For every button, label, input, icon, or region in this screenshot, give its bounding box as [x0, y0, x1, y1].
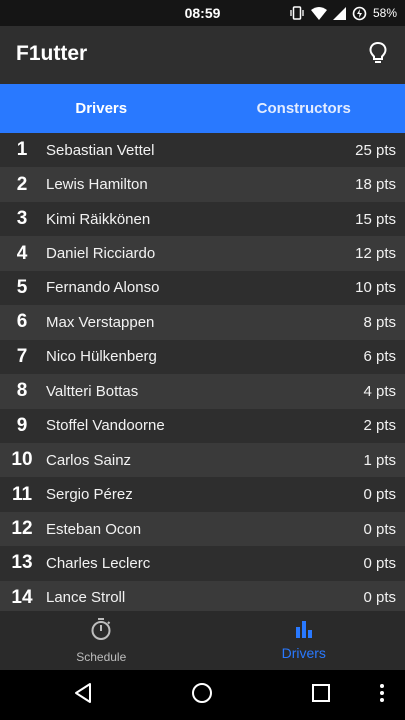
- system-navigation-bar: [0, 670, 405, 720]
- nav-drivers-label: Drivers: [281, 645, 326, 661]
- vibrate-icon: [289, 6, 305, 20]
- driver-points: 8 pts: [363, 313, 396, 331]
- driver-name: Carlos Sainz: [46, 451, 132, 469]
- driver-row[interactable]: 14 Lance Stroll 0 pts: [0, 580, 405, 611]
- recents-square-icon: [311, 683, 331, 708]
- nav-schedule-label: Schedule: [76, 650, 127, 664]
- driver-row[interactable]: 6 Max Verstappen 8 pts: [0, 305, 405, 340]
- driver-position: 9: [16, 414, 28, 436]
- driver-position: 2: [16, 173, 28, 195]
- driver-position: 5: [16, 276, 28, 298]
- driver-row[interactable]: 10 Carlos Sainz 1 pts: [0, 442, 405, 478]
- home-button[interactable]: [190, 682, 214, 709]
- nav-drivers[interactable]: Drivers: [203, 611, 405, 670]
- driver-position: 10: [11, 449, 33, 471]
- driver-points: 0 pts: [363, 589, 396, 607]
- driver-row[interactable]: 4 Daniel Ricciardo 12 pts: [0, 236, 405, 271]
- tab-constructors[interactable]: Constructors: [203, 84, 405, 133]
- driver-name: Daniel Ricciardo: [46, 245, 156, 263]
- overflow-menu-button[interactable]: [372, 683, 392, 707]
- driver-points: 6 pts: [363, 348, 396, 366]
- nav-schedule[interactable]: Schedule: [0, 611, 203, 670]
- driver-points: 1 pts: [363, 451, 396, 469]
- driver-name: Valtteri Bottas: [46, 382, 139, 400]
- driver-name: Charles Leclerc: [46, 554, 151, 572]
- more-vertical-icon: [379, 683, 385, 708]
- driver-position: 11: [11, 483, 33, 505]
- driver-position: 6: [16, 311, 28, 333]
- driver-name: Nico Hülkenberg: [46, 348, 157, 366]
- driver-row[interactable]: 8 Valtteri Bottas 4 pts: [0, 374, 405, 409]
- driver-name: Lance Stroll: [46, 589, 126, 607]
- driver-points: 25 pts: [355, 141, 396, 159]
- lightbulb-icon: [368, 41, 388, 70]
- driver-name: Max Verstappen: [46, 313, 155, 331]
- tab-bar: Drivers Constructors: [0, 84, 405, 133]
- driver-points: 15 pts: [355, 210, 396, 228]
- driver-name: Sebastian Vettel: [46, 141, 155, 159]
- driver-points: 0 pts: [363, 486, 396, 504]
- driver-row[interactable]: 1 Sebastian Vettel 25 pts: [0, 133, 405, 168]
- driver-name: Kimi Räikkönen: [46, 210, 151, 228]
- app-bar: F1utter: [0, 26, 405, 84]
- driver-name: Lewis Hamilton: [46, 176, 148, 194]
- driver-row[interactable]: 3 Kimi Räikkönen 15 pts: [0, 201, 405, 237]
- driver-name: Stoffel Vandoorne: [46, 417, 165, 435]
- driver-points: 2 pts: [363, 417, 396, 435]
- driver-position: 4: [16, 242, 28, 264]
- driver-row[interactable]: 5 Fernando Alonso 10 pts: [0, 270, 405, 306]
- back-button[interactable]: [71, 682, 95, 709]
- driver-name: Fernando Alonso: [46, 279, 160, 297]
- status-bar: 08:59 58%: [0, 0, 405, 26]
- driver-position: 13: [11, 552, 33, 574]
- bar-chart-icon: [294, 620, 314, 643]
- driver-position: 14: [11, 586, 33, 608]
- driver-row[interactable]: 12 Esteban Ocon 0 pts: [0, 511, 405, 547]
- app-title: F1utter: [16, 42, 88, 65]
- recents-button[interactable]: [309, 683, 333, 707]
- driver-name: Sergio Pérez: [46, 486, 133, 504]
- home-circle-icon: [191, 682, 213, 709]
- driver-name: Esteban Ocon: [46, 520, 142, 538]
- cell-signal-icon: [332, 6, 346, 20]
- driver-points: 0 pts: [363, 554, 396, 572]
- status-icons: 58%: [289, 0, 397, 26]
- driver-standings-list[interactable]: 1 Sebastian Vettel 25 pts 2 Lewis Hamilt…: [0, 133, 405, 611]
- driver-points: 12 pts: [355, 245, 396, 263]
- tab-drivers[interactable]: Drivers: [0, 84, 203, 133]
- wifi-icon: [310, 6, 327, 20]
- driver-row[interactable]: 7 Nico Hülkenberg 6 pts: [0, 339, 405, 375]
- driver-points: 10 pts: [355, 279, 396, 297]
- theme-toggle-button[interactable]: [365, 41, 391, 69]
- bottom-navigation: Schedule Drivers: [0, 611, 405, 670]
- driver-points: 0 pts: [363, 520, 396, 538]
- driver-position: 3: [16, 208, 28, 230]
- driver-row[interactable]: 13 Charles Leclerc 0 pts: [0, 546, 405, 581]
- driver-position: 7: [16, 345, 28, 367]
- stopwatch-icon: [90, 617, 112, 646]
- driver-position: 1: [16, 139, 28, 161]
- driver-points: 18 pts: [355, 176, 396, 194]
- driver-row[interactable]: 2 Lewis Hamilton 18 pts: [0, 167, 405, 202]
- driver-position: 8: [16, 380, 28, 402]
- driver-position: 12: [11, 518, 33, 540]
- driver-row[interactable]: 9 Stoffel Vandoorne 2 pts: [0, 408, 405, 443]
- driver-points: 4 pts: [363, 382, 396, 400]
- driver-row[interactable]: 11 Sergio Pérez 0 pts: [0, 477, 405, 512]
- battery-saver-icon: [352, 6, 367, 21]
- back-triangle-icon: [73, 682, 93, 709]
- battery-percent: 58%: [372, 6, 397, 20]
